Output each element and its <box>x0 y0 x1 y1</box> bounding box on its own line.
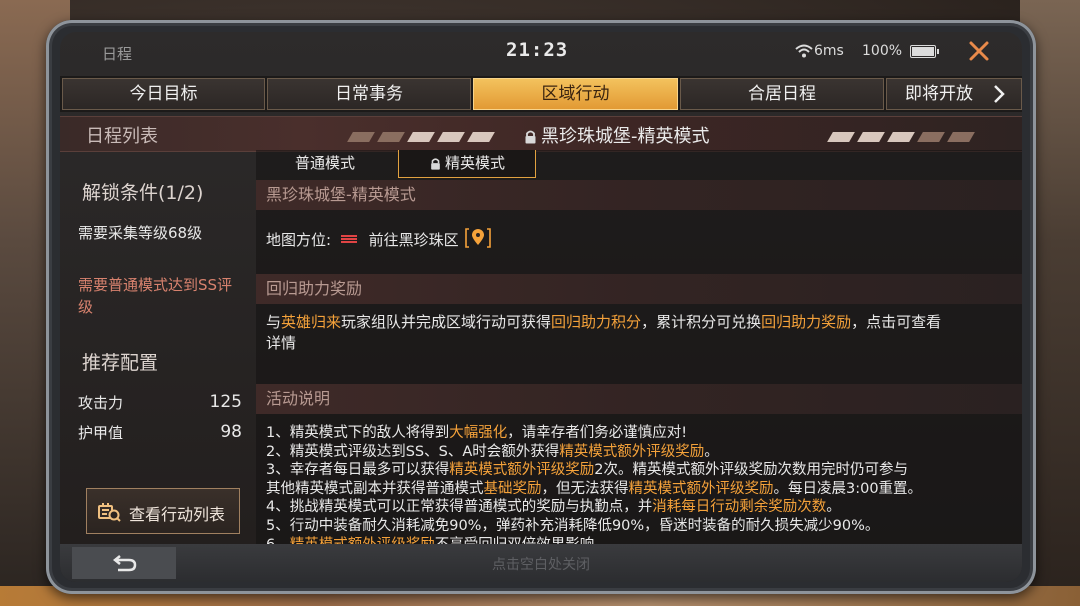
ping-text: 6ms <box>814 43 844 59</box>
recommend-heading: 推荐配置 <box>82 352 159 374</box>
section-title: 黑珍珠城堡-精英模式 <box>256 180 1022 210</box>
tab-cohabit-schedule[interactable]: 合居日程 <box>680 78 884 110</box>
rule-2: 2、精英模式评级达到SS、S、A时会额外获得精英模式额外评级奖励。 <box>266 443 719 460</box>
mode-tabs: 普通模式 精英模式 <box>256 150 1022 180</box>
return-assist-text[interactable]: 与英雄归来玩家组队并完成区域行动可获得回归助力积分，累计积分可兑换回归助力奖励，… <box>266 312 1014 354</box>
condition-normal-ss: 需要普通模式达到SS评级 <box>78 276 233 316</box>
tab-area-action[interactable]: 区域行动 <box>473 78 678 110</box>
tab-normal-mode[interactable]: 普通模式 <box>256 150 394 178</box>
screen: 日程 21:23 6ms 100% 今日目标 日常事务 区域行动 合居日程 即将… <box>60 32 1022 582</box>
clock: 21:23 <box>506 39 569 61</box>
tab-elite-mode-label: 精英模式 <box>444 154 505 172</box>
rule-4: 4、挑战精英模式可以正常获得普通模式的奖励与执勤点，并消耗每日行动剩余奖励次数。 <box>266 499 841 516</box>
wifi-icon <box>795 44 813 58</box>
close-hint[interactable]: 点击空白处关闭 <box>60 554 1022 574</box>
activity-heading: 活动说明 <box>256 384 1022 414</box>
battery-icon <box>910 45 939 58</box>
tab-today-goals[interactable]: 今日目标 <box>62 78 265 110</box>
rule-3: 3、幸存者每日最多可以获得精英模式额外评级奖励2次。精英模式额外评级奖励次数用完… <box>266 462 908 479</box>
schedule-list-title: 日程列表 <box>86 126 158 147</box>
unlock-heading: 解锁条件(1/2) <box>82 182 204 204</box>
decor-stripes-left <box>347 127 500 142</box>
activity-description: 1、精英模式下的敌人将得到大幅强化，请幸存者们务必谨慎应对! 2、精英模式评级达… <box>266 424 1018 554</box>
tab-elite-mode[interactable]: 精英模式 <box>398 150 536 178</box>
unlock-panel: 解锁条件(1/2) 需要采集等级68级 需要普通模式达到SS评级 推荐配置 攻击… <box>70 152 252 544</box>
close-icon[interactable] <box>966 38 992 64</box>
view-action-list-label: 查看行动列表 <box>129 505 226 524</box>
condition-gather-level: 需要采集等级68级 <box>78 224 203 242</box>
lock-icon <box>525 130 536 144</box>
chevron-right-icon[interactable] <box>992 84 1006 104</box>
main-tabs: 今日目标 日常事务 区域行动 合居日程 即将开放 <box>60 76 1022 112</box>
bottom-bar: 点击空白处关闭 <box>60 544 1022 582</box>
region-icon <box>340 235 357 243</box>
map-link[interactable]: 前往黑珍珠区 <box>369 231 459 249</box>
lock-icon <box>431 158 440 170</box>
device-frame: 日程 21:23 6ms 100% 今日目标 日常事务 区域行动 合居日程 即将… <box>46 20 1036 594</box>
status-title: 日程 <box>102 45 133 63</box>
return-assist-heading: 回归助力奖励 <box>256 274 1022 304</box>
dungeon-title: 黑珍珠城堡-精英模式 <box>523 122 710 148</box>
schedule-header: 日程列表 黑珍珠城堡-精英模式 <box>60 116 1022 152</box>
attack-row: 攻击力 125 <box>78 392 242 413</box>
rule-3-cont: 其他精英模式副本并获得普通模式基础奖励，但无法获得精英模式额外评级奖励。每日凌晨… <box>266 480 923 497</box>
armor-row: 护甲值 98 <box>78 422 242 443</box>
battery-text: 100% <box>862 43 903 59</box>
map-location-row: 地图方位: 前往黑珍珠区 <box>266 228 492 250</box>
action-list-icon <box>98 503 121 522</box>
attack-label: 攻击力 <box>78 394 124 412</box>
location-pin-icon[interactable] <box>465 228 492 248</box>
rule-5: 5、行动中装备耐久消耗减免90%，弹药补充消耗降低90%，昏迷时装备的耐久损失减… <box>266 517 880 534</box>
map-label: 地图方位: <box>266 231 332 249</box>
armor-value: 98 <box>220 422 242 442</box>
status-bar: 日程 21:23 6ms 100% <box>60 32 1022 72</box>
dungeon-detail-panel: 普通模式 精英模式 黑珍珠城堡-精英模式 地图方位: 前往黑珍珠区 回归助力奖励… <box>256 150 1022 553</box>
dungeon-title-text: 黑珍珠城堡-精英模式 <box>541 126 710 147</box>
attack-value: 125 <box>209 392 242 412</box>
decor-stripes-right <box>827 127 980 142</box>
rule-1: 1、精英模式下的敌人将得到大幅强化，请幸存者们务必谨慎应对! <box>266 425 688 441</box>
tab-daily-affairs[interactable]: 日常事务 <box>267 78 471 110</box>
view-action-list-button[interactable]: 查看行动列表 <box>86 488 240 534</box>
armor-label: 护甲值 <box>78 424 124 442</box>
